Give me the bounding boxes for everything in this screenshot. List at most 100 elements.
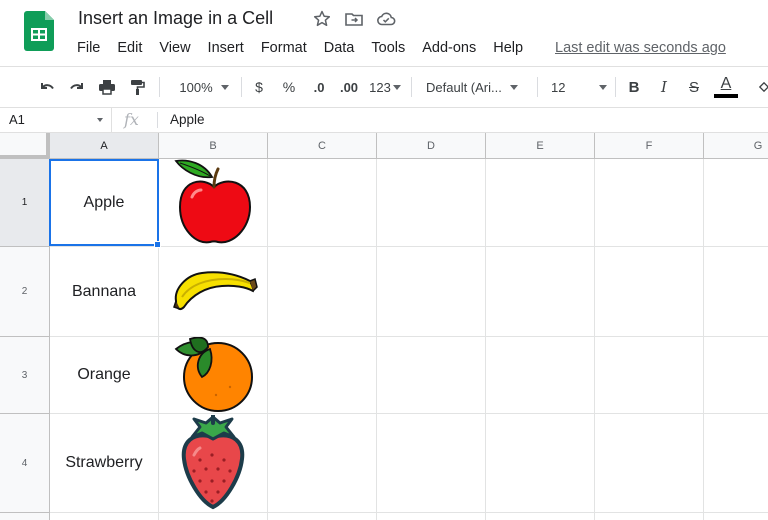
cell-a2[interactable]: Bannana (50, 247, 159, 337)
cell-c1[interactable] (268, 159, 377, 247)
more-formats-label: 123 (369, 79, 391, 95)
cell-e4[interactable] (486, 414, 595, 513)
menu-insert[interactable]: Insert (199, 38, 252, 60)
cell-e3[interactable] (486, 337, 595, 414)
menu-help[interactable]: Help (484, 38, 531, 60)
decrease-decimal-button[interactable]: .0 (308, 76, 330, 98)
cell-e1[interactable] (486, 159, 595, 247)
name-box-value: A1 (9, 112, 25, 127)
text-color-button[interactable]: A (713, 76, 739, 98)
more-formats-select[interactable]: 123 (368, 76, 402, 98)
column-header-g[interactable]: G (704, 133, 768, 159)
font-size-select[interactable]: 12 (551, 76, 607, 98)
cell-c3[interactable] (268, 337, 377, 414)
column-header-d[interactable]: D (377, 133, 486, 159)
chevron-down-icon (599, 84, 607, 90)
cell-d5[interactable] (377, 513, 486, 520)
menu-tools[interactable]: Tools (362, 38, 413, 60)
fx-icon: fx (124, 110, 139, 129)
title-bar: Insert an Image in a Cell File Edit View… (0, 0, 768, 66)
menu-file[interactable]: File (68, 38, 108, 60)
formula-bar: A1 fx Apple (0, 108, 768, 133)
paint-format-icon[interactable] (126, 76, 148, 98)
menu-view[interactable]: View (150, 38, 198, 60)
cell-c4[interactable] (268, 414, 377, 513)
currency-format-button[interactable]: $ (250, 76, 268, 98)
text-color-swatch (714, 94, 738, 98)
cell-e5[interactable] (486, 513, 595, 520)
print-icon[interactable] (96, 76, 118, 98)
menu-format[interactable]: Format (252, 38, 315, 60)
undo-icon[interactable] (36, 76, 58, 98)
menu-add-ons[interactable]: Add-ons (413, 38, 484, 60)
last-edit-link[interactable]: Last edit was seconds ago (555, 40, 726, 56)
fill-color-icon[interactable] (757, 76, 768, 98)
fill-handle[interactable] (154, 241, 161, 248)
select-all-corner[interactable] (0, 133, 50, 159)
cloud-saved-icon[interactable] (376, 9, 396, 29)
name-box[interactable]: A1 (0, 108, 112, 132)
menu-data[interactable]: Data (315, 38, 363, 60)
cell-a3[interactable]: Orange (50, 337, 159, 414)
row-header-3[interactable]: 3 (0, 337, 50, 414)
document-title[interactable]: Insert an Image in a Cell (78, 8, 273, 29)
chevron-down-icon (509, 84, 518, 90)
cell-g3[interactable] (704, 337, 768, 414)
strikethrough-button[interactable]: S (685, 76, 703, 98)
cell-a1[interactable]: Apple (50, 159, 159, 247)
text-color-letter: A (720, 75, 732, 92)
chevron-down-icon (220, 84, 229, 90)
toolbar: 100% $ % .0 .00 123 Default (Ari... 12 B… (0, 66, 768, 108)
spreadsheet-grid: A B C D E F G 1 2 3 4 Apple Bannana Oran… (0, 133, 768, 520)
cell-g1[interactable] (704, 159, 768, 247)
bold-button[interactable]: B (625, 76, 643, 98)
font-family-select[interactable]: Default (Ari... (426, 76, 526, 98)
column-header-c[interactable]: C (268, 133, 377, 159)
italic-button[interactable]: I (655, 76, 673, 98)
chevron-down-icon (97, 118, 103, 122)
zoom-value: 100% (179, 79, 213, 95)
cell-f2[interactable] (595, 247, 704, 337)
cell-f5[interactable] (595, 513, 704, 520)
menu-edit[interactable]: Edit (108, 38, 150, 60)
cell-a5[interactable] (50, 513, 159, 520)
column-header-a[interactable]: A (50, 133, 159, 159)
cell-a4[interactable]: Strawberry (50, 414, 159, 513)
row-header-5[interactable] (0, 513, 50, 520)
font-family-value: Default (Ari... (426, 79, 502, 95)
redo-icon[interactable] (66, 76, 88, 98)
cell-g2[interactable] (704, 247, 768, 337)
cell-e2[interactable] (486, 247, 595, 337)
percent-format-button[interactable]: % (280, 76, 298, 98)
strawberry-image (180, 413, 246, 516)
orange-image (172, 336, 256, 420)
cell-f4[interactable] (595, 414, 704, 513)
cell-d1[interactable] (377, 159, 486, 247)
cell-c2[interactable] (268, 247, 377, 337)
cell-f3[interactable] (595, 337, 704, 414)
cell-d3[interactable] (377, 337, 486, 414)
row-header-2[interactable]: 2 (0, 247, 50, 337)
cell-g4[interactable] (704, 414, 768, 513)
cell-g5[interactable] (704, 513, 768, 520)
column-header-f[interactable]: F (595, 133, 704, 159)
cell-d2[interactable] (377, 247, 486, 337)
chevron-down-icon (392, 84, 401, 90)
cell-c5[interactable] (268, 513, 377, 520)
star-icon[interactable] (312, 9, 332, 29)
cell-d4[interactable] (377, 414, 486, 513)
banana-image (172, 267, 258, 320)
sheets-logo-icon[interactable] (24, 11, 54, 51)
apple-image (172, 159, 256, 252)
font-size-value: 12 (551, 79, 566, 95)
move-folder-icon[interactable] (344, 9, 364, 29)
column-header-b[interactable]: B (159, 133, 268, 159)
formula-input[interactable]: Apple (170, 112, 205, 127)
menu-bar: File Edit View Insert Format Data Tools … (68, 38, 531, 60)
zoom-select[interactable]: 100% (174, 76, 234, 98)
increase-decimal-button[interactable]: .00 (337, 76, 361, 98)
column-header-e[interactable]: E (486, 133, 595, 159)
row-header-1[interactable]: 1 (0, 159, 50, 247)
cell-f1[interactable] (595, 159, 704, 247)
row-header-4[interactable]: 4 (0, 414, 50, 513)
